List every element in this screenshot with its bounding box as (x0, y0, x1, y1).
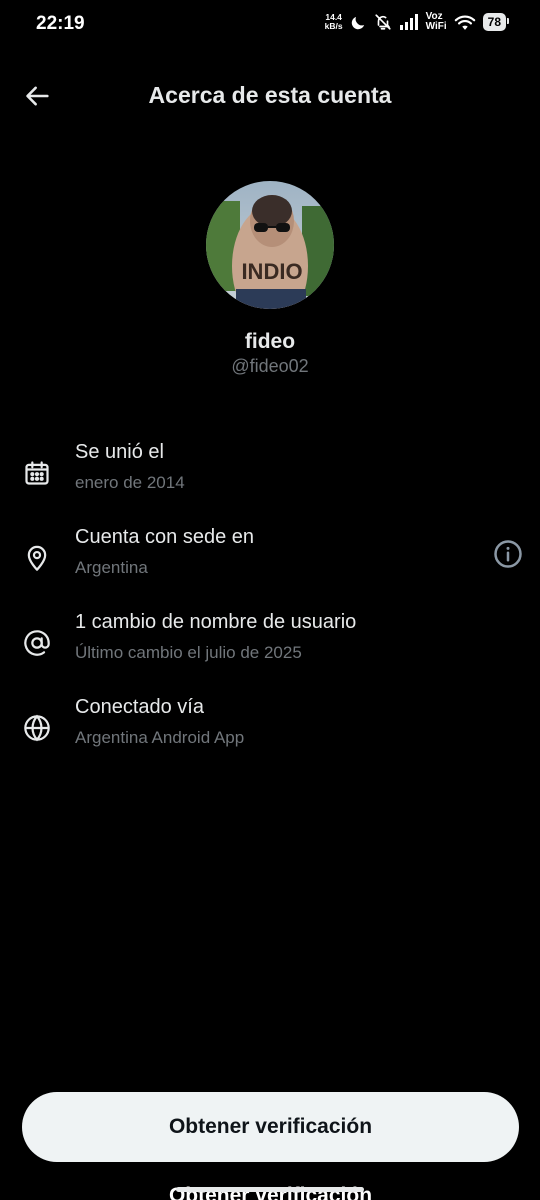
home-indicator[interactable] (176, 1187, 364, 1192)
info-row-connected-via: Conectado vía Argentina Android App (0, 696, 540, 766)
info-row-location: Cuenta con sede en Argentina (0, 526, 540, 596)
moon-icon (351, 16, 364, 29)
info-row-joined: Se unió el enero de 2014 (0, 441, 540, 511)
page-title: Acerca de esta cuenta (148, 82, 392, 108)
calendar-icon (25, 461, 49, 485)
info-title: 1 cambio de nombre de usuario (75, 611, 357, 633)
info-title: Cuenta con sede en (75, 526, 255, 548)
wifi-icon (454, 15, 475, 30)
username-handle: @fideo02 (231, 356, 309, 376)
location-pin-icon (27, 545, 47, 571)
avatar[interactable]: INDIO (206, 181, 334, 309)
status-icons: 14.4 kB/s Voz WiFi 78 (325, 12, 510, 32)
svg-text:INDIO: INDIO (241, 259, 302, 284)
info-detail: Argentina Android App (75, 728, 245, 747)
network-speed-unit: kB/s (324, 21, 343, 31)
info-title: Se unió el (75, 441, 164, 463)
network-speed: 14.4 kB/s (325, 13, 343, 31)
info-detail: enero de 2014 (75, 473, 185, 492)
display-name: fideo (244, 330, 296, 353)
wifi-label: WiFi (425, 21, 447, 32)
info-detail: Argentina (75, 558, 148, 577)
at-sign-icon (24, 630, 50, 656)
info-title: Conectado vía (75, 696, 204, 718)
info-row-username-changes: 1 cambio de nombre de usuario Último cam… (0, 611, 540, 681)
info-detail: Último cambio el julio de 2025 (75, 643, 302, 662)
avatar-image: INDIO (206, 181, 334, 309)
info-circle-icon[interactable] (493, 539, 523, 569)
bell-off-icon (375, 14, 391, 30)
get-verified-button[interactable]: Obtener verificación (22, 1092, 519, 1162)
globe-icon (24, 714, 50, 742)
battery-indicator: 78 (482, 13, 510, 31)
voz-wifi-label: Voz WiFi (426, 12, 447, 32)
status-time: 22:19 (36, 13, 85, 34)
signal-icon (399, 14, 418, 30)
